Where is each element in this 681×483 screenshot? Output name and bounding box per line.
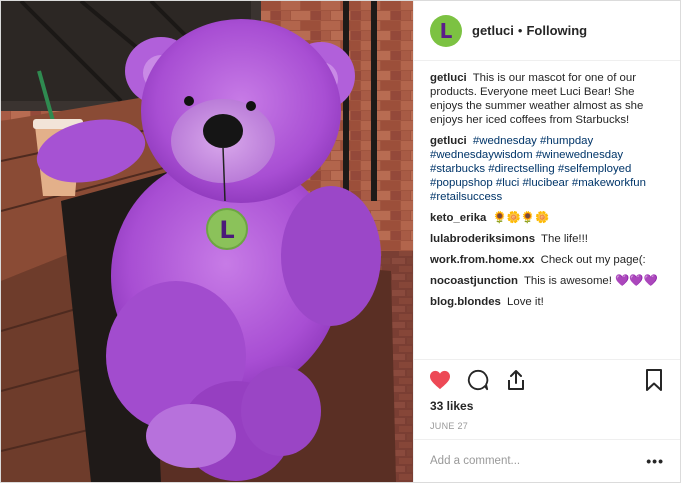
post-date: JUNE 27 bbox=[414, 417, 680, 440]
post-sidebar: L getluci • Following getluci This is ou… bbox=[413, 1, 680, 482]
comment-text: 🌻🌼🌻🌼 bbox=[492, 212, 550, 224]
comment-text: This is awesome! 💜💜💜 bbox=[523, 275, 658, 287]
likes-count[interactable]: 33 likes bbox=[414, 399, 680, 417]
add-comment-bar: ••• bbox=[414, 440, 680, 482]
avatar[interactable]: L bbox=[430, 14, 462, 47]
header-separator: • bbox=[517, 23, 523, 38]
pendant-letter: L bbox=[219, 216, 234, 244]
follow-status-button[interactable]: Following bbox=[526, 23, 587, 38]
comment-username[interactable]: lulabroderiksimons bbox=[430, 233, 535, 245]
more-options-icon[interactable]: ••• bbox=[646, 453, 664, 469]
comment-icon[interactable] bbox=[466, 368, 490, 392]
comment-username[interactable]: nocoastjunction bbox=[430, 275, 518, 287]
bear-photo-illustration: L bbox=[1, 1, 413, 482]
hashtag-comment: getluci #wednesday #humpday #wednesdaywi… bbox=[430, 134, 664, 204]
instagram-post: L L getluci • Following getluci This is … bbox=[0, 0, 681, 483]
comment-item: keto_erika 🌻🌼🌻🌼 bbox=[430, 211, 664, 225]
comment-username[interactable]: blog.blondes bbox=[430, 296, 501, 308]
post-header: L getluci • Following bbox=[414, 1, 680, 61]
comment-item: nocoastjunction This is awesome! 💜💜💜 bbox=[430, 274, 664, 288]
comment-text: Love it! bbox=[507, 296, 544, 308]
comment-text: The life!!! bbox=[541, 233, 588, 245]
heart-icon[interactable] bbox=[428, 368, 452, 392]
hashtag-comment-username[interactable]: getluci bbox=[430, 135, 467, 147]
comment-username[interactable]: keto_erika bbox=[430, 212, 486, 224]
caption-username[interactable]: getluci bbox=[430, 72, 467, 84]
post-photo[interactable]: L bbox=[1, 1, 413, 482]
comment-input[interactable] bbox=[430, 455, 647, 467]
comment-item: lulabroderiksimons The life!!! bbox=[430, 232, 664, 246]
comment-text: Check out my page(: bbox=[540, 254, 646, 266]
comment-item: work.from.home.xx Check out my page(: bbox=[430, 253, 664, 267]
comment-item: blog.blondes Love it! bbox=[430, 295, 664, 309]
caption: getluci This is our mascot for one of ou… bbox=[430, 71, 664, 127]
bookmark-icon[interactable] bbox=[642, 368, 666, 392]
action-bar bbox=[414, 359, 680, 399]
header-username[interactable]: getluci bbox=[472, 23, 514, 38]
share-icon[interactable] bbox=[504, 368, 528, 392]
comments-list: getluci This is our mascot for one of ou… bbox=[414, 61, 680, 359]
comment-username[interactable]: work.from.home.xx bbox=[430, 254, 534, 266]
